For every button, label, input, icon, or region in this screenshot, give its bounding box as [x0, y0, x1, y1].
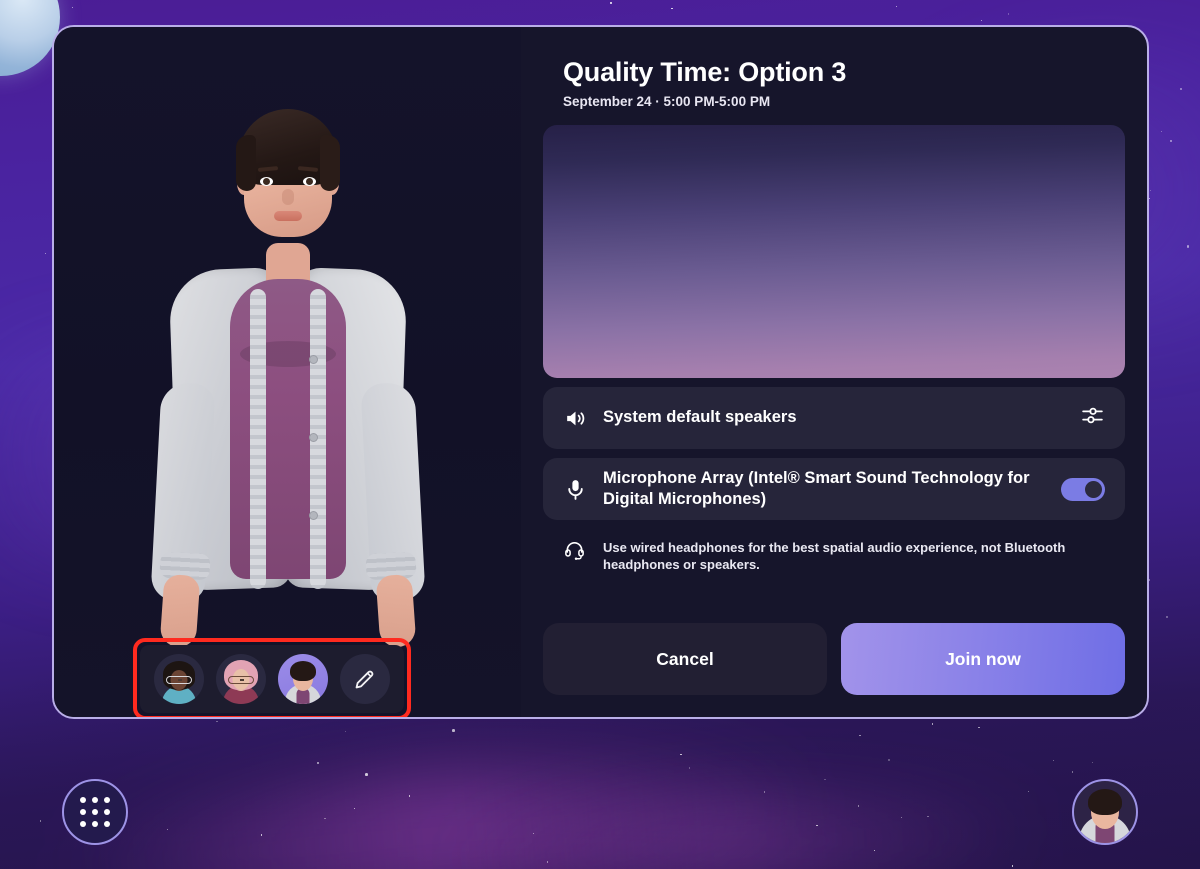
avatar-option-1[interactable]	[154, 654, 204, 704]
join-panel: Quality Time: Option 3 September 24 · 5:…	[521, 27, 1147, 717]
pre-join-dialog: Quality Time: Option 3 September 24 · 5:…	[52, 25, 1149, 719]
purple-top	[229, 279, 346, 579]
pupil-left	[262, 178, 270, 185]
avatar	[1074, 781, 1136, 843]
avatar-option-3[interactable]	[278, 654, 328, 704]
apps-grid-button[interactable]	[62, 779, 128, 845]
microphone-label: Microphone Array (Intel® Smart Sound Tec…	[603, 468, 1030, 508]
placket-left	[249, 289, 266, 589]
headset-icon	[563, 539, 603, 562]
hint-text: Use wired headphones for the best spatia…	[603, 540, 1066, 573]
edit-avatar-button[interactable]	[340, 654, 390, 704]
hair-side-right	[319, 135, 340, 191]
avatar-picker-region	[133, 638, 411, 717]
cardigan-button-2	[308, 433, 318, 442]
planet-icon	[0, 0, 60, 76]
avatar-picker[interactable]	[140, 645, 404, 713]
microphone-icon	[563, 477, 603, 502]
nose	[281, 189, 294, 205]
microphone-toggle[interactable]	[1061, 477, 1105, 501]
avatar-video-preview[interactable]	[543, 125, 1125, 378]
avatar-option-2[interactable]	[216, 654, 266, 704]
audio-settings-icon[interactable]	[1080, 403, 1105, 433]
speaker-label: System default speakers	[603, 408, 797, 427]
speaker-device-row[interactable]: System default speakers	[543, 387, 1125, 449]
cardigan-button-3	[308, 511, 318, 520]
avatar-stage	[54, 27, 521, 717]
dialog-actions: Cancel Join now	[543, 607, 1125, 717]
hair-side-left	[235, 135, 256, 191]
headphones-hint: Use wired headphones for the best spatia…	[543, 529, 1125, 583]
pupil-right	[305, 178, 313, 185]
mouth	[273, 211, 302, 221]
pencil-icon	[355, 670, 374, 689]
apps-grid-icon	[80, 797, 110, 827]
microphone-device-row[interactable]: Microphone Array (Intel® Smart Sound Tec…	[543, 458, 1125, 520]
avatar-figure	[138, 83, 438, 649]
cardigan-button-1	[308, 355, 318, 364]
cancel-button[interactable]: Cancel	[543, 623, 827, 695]
speaker-icon	[563, 406, 603, 431]
join-now-button[interactable]: Join now	[841, 623, 1125, 695]
page-title: Quality Time: Option 3	[563, 57, 847, 87]
meeting-time: September 24 · 5:00 PM-5:00 PM	[563, 94, 771, 109]
profile-avatar-button[interactable]	[1072, 779, 1138, 845]
